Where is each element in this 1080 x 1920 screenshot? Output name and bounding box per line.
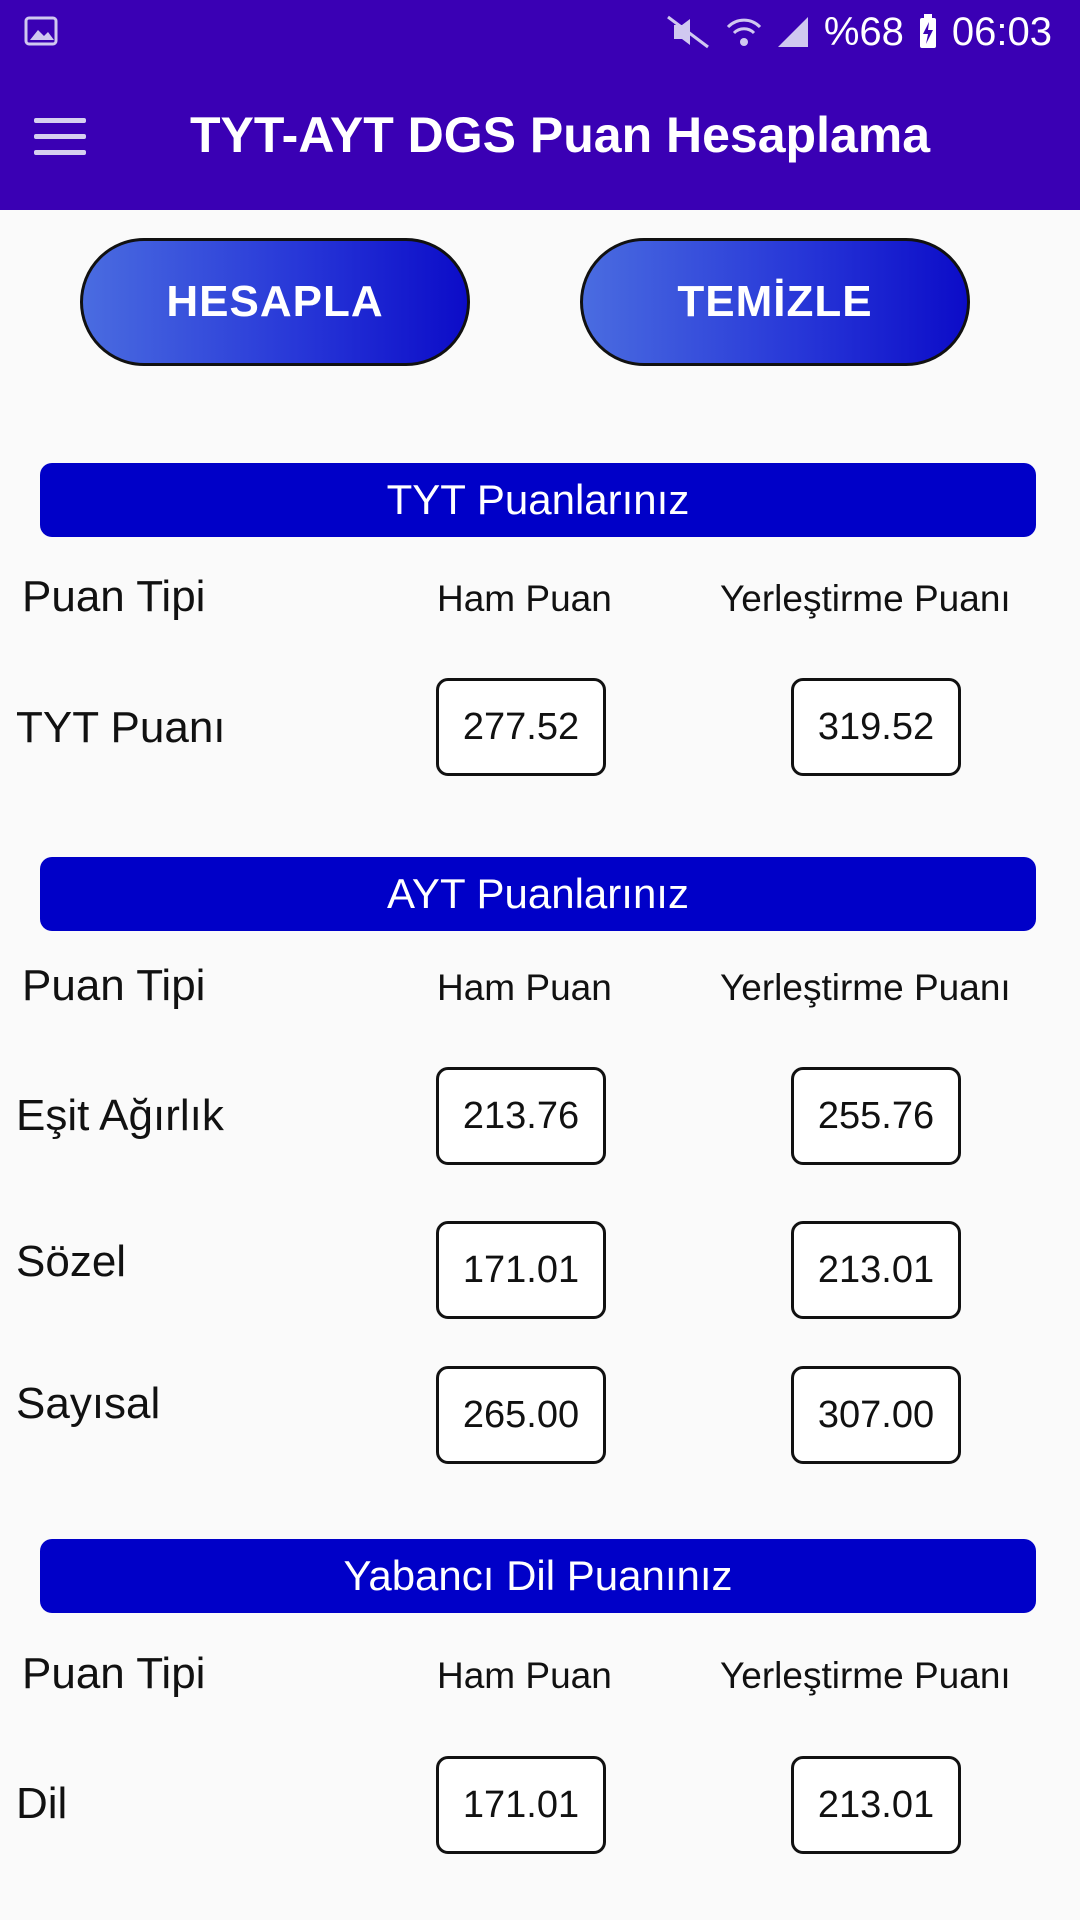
calculate-button[interactable]: HESAPLA: [80, 238, 470, 366]
status-bar: %68 06:03: [0, 0, 1080, 64]
ayt-col-ham: Ham Puan: [437, 967, 612, 1008]
ayt-col-type: Puan Tipi: [22, 961, 206, 1010]
dil-col-ham: Ham Puan: [437, 1655, 612, 1696]
tyt-yer-value: 319.52: [791, 678, 961, 776]
clock: 06:03: [951, 9, 1052, 54]
row-label-tyt: TYT Puanı: [16, 703, 226, 752]
signal-icon: [777, 17, 808, 47]
app-title: TYT-AYT DGS Puan Hesaplama: [190, 107, 931, 163]
dil-col-type: Puan Tipi: [22, 1649, 206, 1698]
dil-col-yer: Yerleştirme Puanı: [720, 1655, 1011, 1696]
hamburger-menu-icon[interactable]: [34, 118, 86, 158]
ayt-sozel-yer-value: 213.01: [791, 1221, 961, 1319]
dil-section-header: Yabancı Dil Puanınız: [40, 1539, 1036, 1613]
tyt-section-header: TYT Puanlarınız: [40, 463, 1036, 537]
image-icon: [24, 16, 58, 46]
row-label-esit-agirlik: Eşit Ağırlık: [16, 1091, 224, 1140]
tyt-col-ham: Ham Puan: [437, 578, 612, 619]
dil-ham-value: 171.01: [436, 1756, 606, 1854]
clear-button[interactable]: TEMİZLE: [580, 238, 970, 366]
ayt-ea-ham-value: 213.76: [436, 1067, 606, 1165]
ayt-col-yer: Yerleştirme Puanı: [720, 967, 1011, 1008]
status-icons: %68 06:03: [664, 8, 1052, 56]
row-label-dil: Dil: [16, 1779, 68, 1828]
app-bar: TYT-AYT DGS Puan Hesaplama: [0, 64, 1080, 210]
ayt-sozel-ham-value: 171.01: [436, 1221, 606, 1319]
tyt-ham-value: 277.52: [436, 678, 606, 776]
tyt-col-type: Puan Tipi: [22, 572, 206, 621]
dil-yer-value: 213.01: [791, 1756, 961, 1854]
row-label-sozel: Sözel: [16, 1237, 127, 1286]
ayt-section-header: AYT Puanlarınız: [40, 857, 1036, 931]
row-label-sayisal: Sayısal: [16, 1379, 161, 1428]
battery-charging-icon: [919, 14, 936, 48]
ayt-sayisal-yer-value: 307.00: [791, 1366, 961, 1464]
ayt-sayisal-ham-value: 265.00: [436, 1366, 606, 1464]
wifi-icon: [726, 18, 761, 46]
battery-percent: %68: [823, 9, 904, 54]
ayt-ea-yer-value: 255.76: [791, 1067, 961, 1165]
mute-icon: [666, 15, 709, 49]
tyt-col-yer: Yerleştirme Puanı: [720, 578, 1011, 619]
